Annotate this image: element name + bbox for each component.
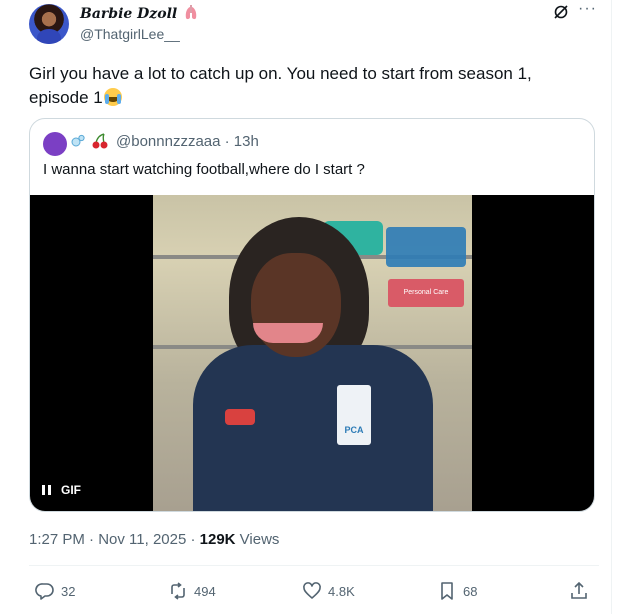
gif-media[interactable]: Personal Care PCA GIF [30, 195, 594, 511]
cherries-emoji-icon [92, 133, 108, 149]
repost-icon [171, 582, 185, 600]
more-options-icon[interactable]: ··· [578, 0, 597, 18]
post-text: Girl you have a lot to catch up on. You … [29, 62, 569, 110]
post-timestamp[interactable]: 1:27 PM · Nov 11, 2025 · [29, 531, 200, 548]
share-icon [571, 581, 587, 599]
quoted-handle[interactable]: @bonnnzzzaaa · 13h [116, 133, 259, 150]
lungs-emoji-icon [184, 5, 198, 24]
pca-badge: PCA [337, 385, 371, 445]
reply-icon [35, 583, 54, 600]
crying-face-emoji-icon [103, 88, 122, 106]
like-button[interactable]: 4.8K [302, 581, 355, 601]
heart-icon [303, 582, 321, 599]
repost-count: 494 [194, 583, 216, 599]
like-count: 4.8K [328, 583, 355, 599]
views-label: Views [235, 531, 280, 548]
gif-frame: Personal Care PCA [153, 195, 472, 511]
quoted-post[interactable]: @bonnnzzzaaa · 13h I wanna start watchin… [29, 118, 595, 512]
bookmark-icon [441, 582, 453, 600]
author-name[interactable]: Barbie Dzoll [80, 6, 177, 22]
views-count: 129K [199, 531, 236, 548]
quoted-avatar[interactable] [43, 132, 67, 156]
bookmark-count: 68 [463, 583, 478, 599]
divider [29, 565, 599, 566]
repost-button[interactable]: 494 [168, 581, 216, 601]
share-button[interactable] [569, 581, 589, 601]
pause-icon[interactable] [42, 485, 51, 495]
gif-controls[interactable]: GIF [42, 483, 81, 497]
grok-icon[interactable] [553, 4, 569, 20]
bubbles-emoji-icon [71, 134, 85, 147]
post-card: Barbie Dzoll @ThatgirlLee__ ··· Girl you… [0, 0, 612, 614]
quoted-text: I wanna start watching football,where do… [43, 161, 365, 178]
personal-care-sign: Personal Care [388, 279, 464, 307]
post-meta: 1:27 PM · Nov 11, 2025 · 129K Views [29, 531, 279, 548]
gif-label: GIF [61, 483, 81, 497]
reply-count: 32 [61, 583, 76, 599]
avatar[interactable] [29, 4, 69, 44]
author-handle[interactable]: @ThatgirlLee__ [80, 26, 180, 42]
reply-button[interactable]: 32 [35, 581, 75, 601]
bookmark-button[interactable]: 68 [437, 581, 477, 601]
